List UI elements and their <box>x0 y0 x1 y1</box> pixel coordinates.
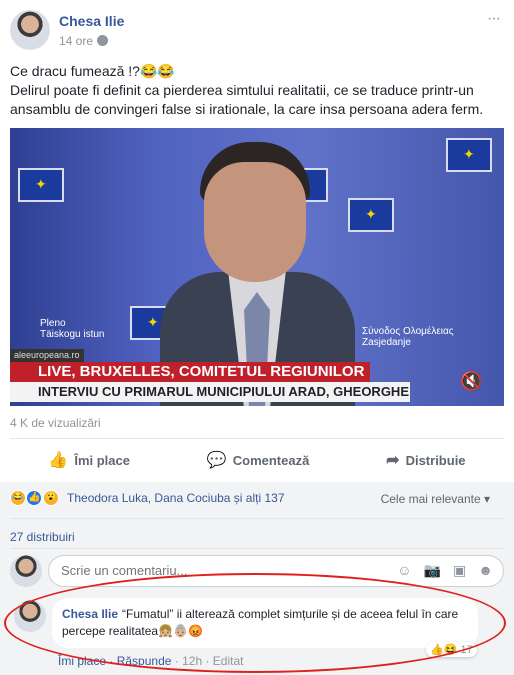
comment-author[interactable]: Chesa Ilie <box>62 607 118 621</box>
comment-bubble-icon: 💬 <box>206 452 227 469</box>
comment-meta: Îmi place · Răspunde · 12h · Editat <box>58 654 244 668</box>
comment-label: Comentează <box>232 452 310 468</box>
divider <box>10 438 504 439</box>
share-button[interactable]: ➦ Distribuie <box>386 446 465 474</box>
share-count[interactable]: 27 distribuiri <box>10 530 75 544</box>
share-arrow-icon: ➦ <box>386 452 400 469</box>
post-actions: 👍 Îmi place 💬 Comentează ➦ Distribuie <box>10 446 504 474</box>
comment-input-box[interactable]: ☺ 📷 ▣ ☻ <box>48 555 504 587</box>
subtitle-banner: INTERVIU CU PRIMARUL MUNICIPIULUI ARAD, … <box>10 382 410 406</box>
eu-flag-icon <box>446 138 492 172</box>
backdrop-text-left: Pleno Täiskogu istun <box>40 318 105 340</box>
post-text: Ce dracu fumează !?😂😂 Delirul poate fi d… <box>10 62 504 119</box>
comment-bubble: Chesa Ilie “Fumatul” ii alterează complet… <box>52 598 478 648</box>
post-time-text[interactable]: 14 ore <box>59 34 93 48</box>
haha-reaction-icon: 😂 <box>10 490 26 506</box>
feedback-section: 😂 👍 😮 Theodora Luka, Dana Cociuba și alț… <box>0 482 514 675</box>
post-header: Chesa Ilie 14 ore ··· <box>10 10 504 54</box>
comment-reactions[interactable]: 👍😆 17 <box>426 642 477 657</box>
gif-icon[interactable]: ▣ <box>453 562 466 579</box>
divider <box>10 548 504 549</box>
channel-site: aleeuropeana.ro <box>10 349 84 362</box>
comment-input[interactable] <box>61 563 361 578</box>
comment-reaction-count: 17 <box>460 644 473 656</box>
post-text-body: Delirul poate fi definit ca pierderea si… <box>10 82 484 117</box>
post-text-line1: Ce dracu fumează !?😂😂 <box>10 63 175 79</box>
comment-input-tools: ☺ 📷 ▣ ☻ <box>397 562 493 579</box>
share-label: Distribuie <box>405 452 466 468</box>
volume-muted-icon[interactable]: 🔇 <box>460 371 482 392</box>
emoji-icon[interactable]: ☺ <box>397 562 411 579</box>
comment-sort-dropdown[interactable]: Cele mai relevante ▾ <box>381 492 490 506</box>
headline-banner: LIVE, BRUXELLES, COMITETUL REGIUNILOR <box>10 362 370 382</box>
current-user-avatar <box>10 555 42 587</box>
sticker-icon[interactable]: ☻ <box>478 562 493 579</box>
thumbs-up-icon: 👍 <box>48 452 69 469</box>
video-player[interactable]: Pleno Täiskogu istun Σύνοδος Ολομέλειας … <box>10 128 504 406</box>
comment-edited: Editat <box>212 654 244 668</box>
like-reaction-icon: 👍 <box>26 490 43 506</box>
comment-like-link[interactable]: Îmi place <box>58 654 106 668</box>
commenter-avatar[interactable] <box>14 600 46 632</box>
more-options-icon[interactable]: ··· <box>487 10 501 28</box>
divider <box>10 518 504 519</box>
reaction-names[interactable]: Theodora Luka, Dana Cociuba și alți 137 <box>67 491 284 505</box>
reactions-bar[interactable]: 😂 👍 😮 Theodora Luka, Dana Cociuba și alț… <box>10 490 504 510</box>
comment-time[interactable]: 12h <box>182 654 202 668</box>
wow-reaction-icon: 😮 <box>42 490 59 506</box>
eu-flag-icon <box>18 168 64 202</box>
like-label: Îmi place <box>74 452 130 468</box>
post-time[interactable]: 14 ore <box>59 34 109 48</box>
comment-button[interactable]: 💬 Comentează <box>207 446 310 474</box>
globe-icon <box>97 35 109 46</box>
camera-icon[interactable]: 📷 <box>424 562 441 579</box>
like-button[interactable]: 👍 Îmi place <box>48 446 130 474</box>
comment-reply-link[interactable]: Răspunde <box>117 654 172 668</box>
view-count: 4 K de vizualizări <box>10 416 101 430</box>
author-avatar[interactable] <box>10 10 50 50</box>
backdrop-text-right: Σύνοδος Ολομέλειας Zasjedanje <box>362 326 454 348</box>
comment-text: “Fumatul” ii alterează complet simțurile… <box>62 607 459 638</box>
post-author[interactable]: Chesa Ilie <box>59 13 124 29</box>
